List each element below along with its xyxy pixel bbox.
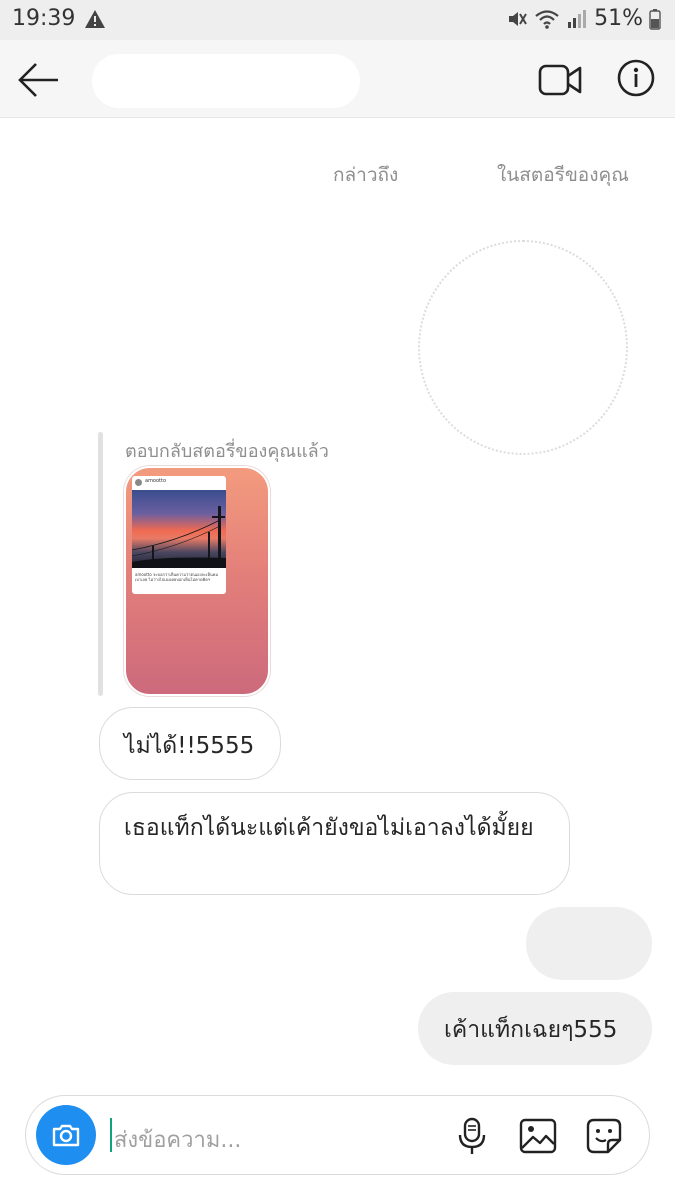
info-icon[interactable] (616, 58, 656, 98)
video-call-icon[interactable] (538, 60, 582, 100)
post-avatar (135, 479, 142, 486)
camera-button[interactable] (36, 1105, 96, 1165)
wifi-icon (535, 9, 559, 29)
alert-icon (85, 10, 105, 28)
story-preview[interactable]: amootto amootto จะบอกว่าเห็นความว่าตนเอง… (124, 466, 270, 696)
power-lines-silhouette (132, 506, 226, 568)
chat-header (0, 40, 675, 118)
message-sent-2[interactable]: เค้าแท็กเฉยๆ555 (418, 992, 652, 1065)
message-sent-redacted[interactable] (526, 907, 652, 980)
reply-quote-bar (98, 432, 103, 696)
status-time: 19:39 (12, 6, 76, 31)
story-reply-label: ตอบกลับสตอรี่ของคุณแล้ว (125, 441, 329, 462)
story-reply: ตอบกลับสตอรี่ของคุณแล้ว amootto amootto … (98, 432, 398, 696)
message-received-2[interactable]: เธอแท็กได้นะแต่เค้ายังขอไม่เอาลงได้มั้ยย (99, 792, 570, 895)
microphone-icon[interactable] (452, 1116, 492, 1156)
post-username: amootto (145, 478, 167, 484)
message-composer[interactable]: ส่งข้อความ... (25, 1095, 650, 1175)
back-arrow-icon[interactable] (16, 60, 60, 100)
mention-story-text: ในสตอรีของคุณ (497, 164, 629, 186)
mute-icon (509, 11, 527, 26)
status-bar: 19:39 51% (0, 0, 675, 40)
camera-icon (52, 1124, 80, 1147)
battery-percent: 51% (594, 6, 643, 31)
redacted-story-thumbnail (418, 240, 628, 455)
sunset-photo (132, 490, 226, 568)
post-caption: amootto จะบอกว่าเห็นความว่าตนเองจะเห็นคม… (135, 572, 219, 582)
battery-icon (649, 8, 661, 30)
sticker-icon[interactable] (584, 1116, 624, 1156)
redacted-username[interactable] (92, 54, 360, 108)
signal-icon (568, 9, 587, 28)
gallery-icon[interactable] (518, 1116, 558, 1156)
status-icons: 51% (506, 6, 661, 31)
text-cursor (110, 1118, 112, 1152)
message-input-placeholder[interactable]: ส่งข้อความ... (114, 1122, 241, 1157)
message-received-1[interactable]: ไม่ได้!!5555 (99, 707, 281, 780)
story-post-card: amootto amootto จะบอกว่าเห็นความว่าตนเอง… (132, 476, 226, 594)
mention-text: กล่าวถึง (333, 164, 399, 186)
